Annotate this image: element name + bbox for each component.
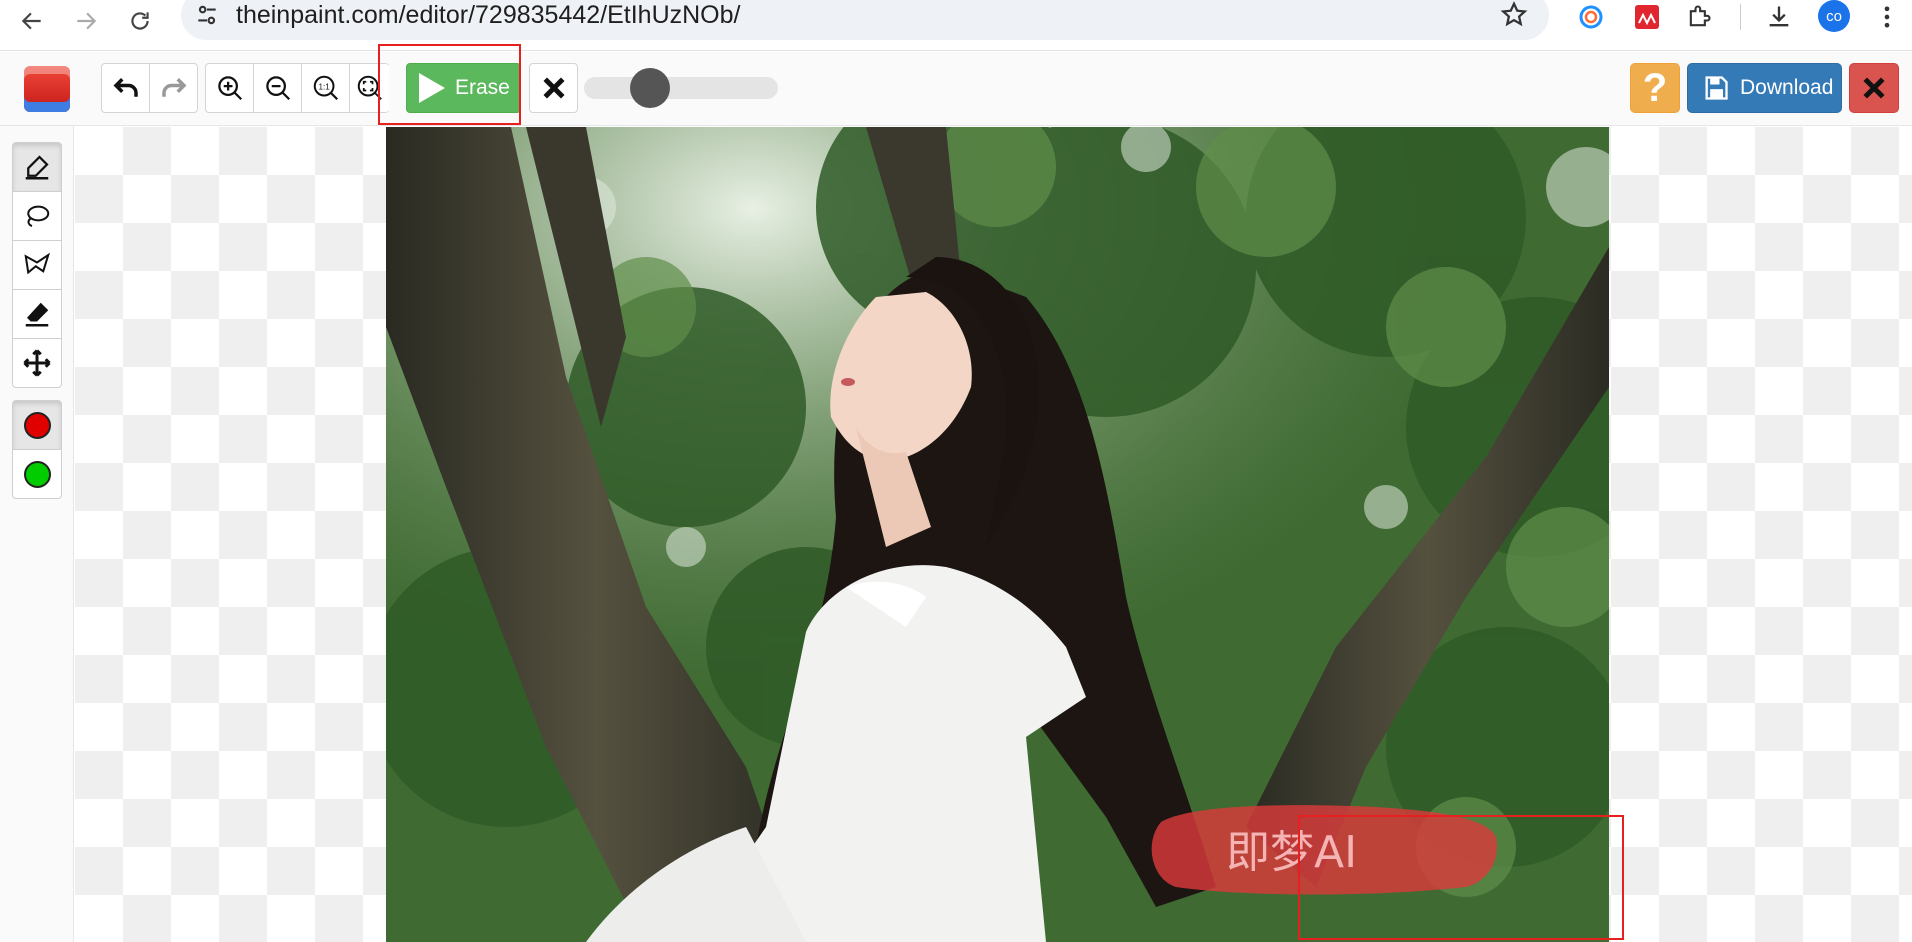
- polygon-lasso-icon: [24, 252, 51, 275]
- help-button[interactable]: ?: [1630, 63, 1680, 113]
- lasso-tool-button[interactable]: [12, 191, 62, 241]
- browser-menu-button[interactable]: [1870, 0, 1904, 34]
- reload-icon: [131, 12, 149, 30]
- extensions-button[interactable]: [1682, 0, 1716, 34]
- tool-sidebar: [0, 126, 74, 942]
- downloads-button[interactable]: [1762, 0, 1796, 34]
- reload-button[interactable]: [122, 3, 158, 39]
- undo-icon: [113, 78, 138, 97]
- app-window: theinpaint.com/editor/729835442/EtIhUzNO…: [0, 0, 1912, 942]
- back-arrow-icon: [21, 12, 41, 30]
- zoom-out-button[interactable]: [253, 63, 302, 113]
- undo-button[interactable]: [101, 63, 150, 113]
- green-marker-button[interactable]: [12, 449, 62, 499]
- url-text[interactable]: theinpaint.com/editor/729835442/EtIhUzNO…: [236, 2, 740, 28]
- red-marker-button[interactable]: [12, 400, 62, 450]
- forward-arrow-icon: [77, 12, 97, 30]
- site-settings-icon[interactable]: [194, 2, 220, 28]
- toolbar-divider: [1740, 4, 1741, 30]
- brush-icon: [25, 155, 49, 180]
- download-tray-icon: [1769, 6, 1789, 27]
- x-icon: [542, 77, 565, 99]
- extension-button-1[interactable]: [1574, 0, 1608, 34]
- close-icon: [1863, 77, 1885, 99]
- zoom-in-button[interactable]: [205, 63, 254, 113]
- zoom-in-icon: [217, 76, 242, 101]
- red-color-swatch: [23, 411, 51, 439]
- app-logo[interactable]: [24, 66, 70, 112]
- redo-icon: [161, 78, 186, 97]
- save-disk-icon: [1705, 76, 1728, 100]
- erase-highlight-box: [378, 44, 521, 125]
- brush-size-slider[interactable]: [584, 77, 778, 99]
- browser-toolbar: theinpaint.com/editor/729835442/EtIhUzNO…: [0, 0, 1912, 51]
- move-tool-button[interactable]: [12, 338, 62, 388]
- polygon-lasso-tool-button[interactable]: [12, 240, 62, 290]
- green-color-swatch: [23, 460, 51, 488]
- red-grid-extension-icon: [1635, 5, 1659, 29]
- redo-button[interactable]: [149, 63, 198, 113]
- zoom-out-icon: [265, 76, 290, 101]
- profile-avatar[interactable]: co: [1818, 0, 1850, 32]
- zoom-actual-label: 1:1: [318, 82, 330, 91]
- forward-button[interactable]: [68, 3, 104, 39]
- eraser-tool-button[interactable]: [12, 289, 62, 339]
- kebab-menu-icon: [1884, 6, 1890, 28]
- close-editor-button[interactable]: [1849, 63, 1899, 113]
- ring-extension-icon: [1579, 5, 1603, 29]
- zoom-actual-size-button[interactable]: 1:1: [301, 63, 350, 113]
- download-label: Download: [1740, 76, 1834, 99]
- download-button[interactable]: Download: [1687, 63, 1842, 113]
- move-arrows-icon: [23, 349, 51, 377]
- zoom-actual-icon: 1:1: [313, 75, 338, 101]
- eraser-icon: [25, 302, 49, 327]
- clear-selection-button[interactable]: [529, 63, 578, 113]
- puzzle-icon: [1689, 5, 1711, 27]
- extension-button-2[interactable]: [1630, 0, 1664, 34]
- bookmark-star-icon[interactable]: [1499, 0, 1529, 30]
- brush-tool-button[interactable]: [12, 142, 62, 192]
- back-button[interactable]: [14, 3, 50, 39]
- brush-size-slider-thumb[interactable]: [630, 68, 671, 108]
- lasso-icon: [27, 205, 50, 227]
- watermark-highlight-box: [1298, 815, 1624, 940]
